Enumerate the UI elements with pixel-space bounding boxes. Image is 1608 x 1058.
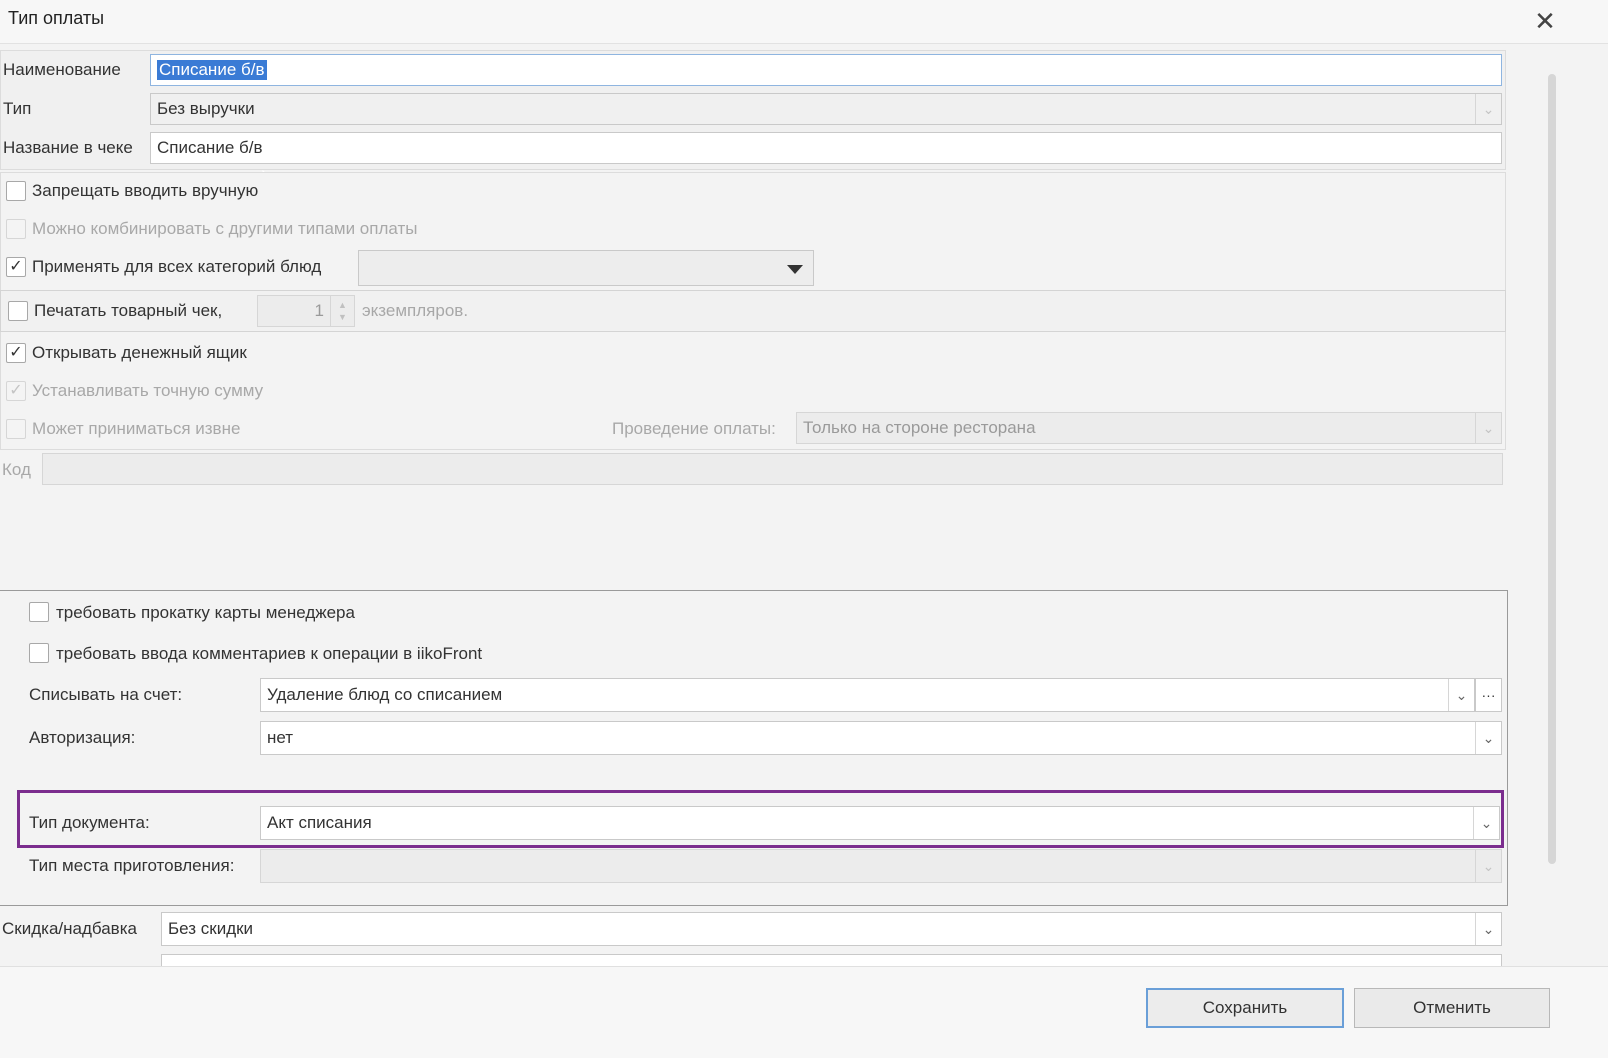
- doc-type-value: Акт списания: [267, 813, 372, 832]
- combine-label: Можно комбинировать с другими типами опл…: [32, 219, 418, 238]
- place-type-select: ⌄: [260, 849, 1502, 883]
- categories-select[interactable]: [358, 250, 814, 286]
- combine-checkbox: [6, 219, 26, 239]
- processing-value: Только на стороне ресторана: [803, 418, 1036, 437]
- all-categories-label: Применять для всех категорий блюд: [32, 257, 322, 276]
- copies-suffix: экземпляров.: [362, 301, 469, 320]
- chevron-down-icon[interactable]: ⌄: [1448, 679, 1474, 711]
- chevron-down-icon[interactable]: ⌄: [1475, 913, 1501, 945]
- receipt-name-label: Название в чеке: [3, 138, 133, 157]
- external-checkbox: [6, 419, 26, 439]
- account-select[interactable]: Удаление блюд со списанием ⌄: [260, 678, 1475, 712]
- processing-select: Только на стороне ресторана ⌄: [796, 412, 1502, 444]
- open-drawer-checkbox[interactable]: ✓: [6, 343, 26, 363]
- doc-type-select[interactable]: Акт списания ⌄: [260, 806, 1500, 840]
- forbid-manual-checkbox[interactable]: [6, 181, 26, 201]
- cancel-button[interactable]: Отменить: [1354, 988, 1550, 1028]
- check-icon: ✓: [9, 382, 23, 399]
- doc-type-label: Тип документа:: [29, 813, 150, 832]
- save-label: Сохранить: [1202, 998, 1288, 1017]
- close-icon[interactable]: ✕: [1530, 6, 1560, 36]
- chevron-down-icon[interactable]: ⌄: [1475, 722, 1501, 754]
- manager-card-checkbox[interactable]: [29, 602, 49, 622]
- cancel-label: Отменить: [1413, 998, 1491, 1017]
- vertical-scrollbar[interactable]: [1548, 74, 1556, 864]
- name-value: Списание б/в: [157, 60, 267, 80]
- chevron-down-icon[interactable]: ⌄: [1473, 807, 1499, 839]
- spinner-arrows-icon: ▲ ▼: [330, 296, 354, 326]
- discount-value: Без скидки: [168, 919, 254, 938]
- name-label: Наименование: [3, 60, 121, 79]
- title-bar: [0, 0, 1608, 44]
- account-value: Удаление блюд со списанием: [267, 685, 503, 704]
- exact-sum-label: Устанавливать точную сумму: [32, 381, 264, 400]
- code-input: [42, 453, 1503, 485]
- chevron-down-icon: ⌄: [1475, 850, 1501, 882]
- discount-label: Скидка/надбавка: [2, 919, 137, 938]
- type-select[interactable]: Без выручки ⌄: [150, 93, 1502, 125]
- copies-value: 1: [314, 301, 324, 320]
- receipt-name-input[interactable]: Списание б/в: [150, 132, 1502, 164]
- processing-label: Проведение оплаты:: [612, 419, 776, 438]
- type-value: Без выручки: [157, 99, 255, 118]
- dropdown-arrow-icon[interactable]: [787, 265, 803, 275]
- discount-select[interactable]: Без скидки ⌄: [161, 912, 1502, 946]
- window-title: Тип оплаты: [8, 8, 105, 28]
- auth-select[interactable]: нет ⌄: [260, 721, 1502, 755]
- check-icon: ✓: [9, 258, 23, 275]
- chevron-down-icon: ⌄: [1475, 413, 1501, 443]
- comments-checkbox[interactable]: [29, 643, 49, 663]
- manager-card-label: требовать прокатку карты менеджера: [56, 603, 355, 622]
- place-type-label: Тип места приготовления:: [29, 856, 235, 875]
- code-label: Код: [2, 460, 31, 479]
- account-more-button[interactable]: ···: [1475, 678, 1502, 712]
- copies-spinner: 1 ▲ ▼: [257, 295, 355, 327]
- receipt-name-value: Списание б/в: [157, 138, 263, 157]
- external-label: Может приниматься извне: [32, 419, 241, 438]
- forbid-manual-label: Запрещать вводить вручную: [32, 181, 259, 200]
- exact-sum-checkbox: ✓: [6, 381, 26, 401]
- save-button[interactable]: Сохранить: [1146, 988, 1344, 1028]
- account-label: Списывать на счет:: [29, 685, 183, 704]
- auth-label: Авторизация:: [29, 728, 136, 747]
- open-drawer-label: Открывать денежный ящик: [32, 343, 247, 362]
- type-label: Тип: [3, 99, 32, 118]
- print-row-frame: [0, 290, 1506, 332]
- check-icon: ✓: [9, 344, 23, 361]
- more-icon: ···: [1481, 687, 1496, 703]
- auth-value: нет: [267, 728, 294, 747]
- all-categories-checkbox[interactable]: ✓: [6, 257, 26, 277]
- chevron-down-icon[interactable]: ⌄: [1475, 94, 1501, 124]
- comments-label: требовать ввода комментариев к операции …: [56, 644, 483, 663]
- name-input[interactable]: Списание б/в: [150, 54, 1502, 86]
- print-receipt-label: Печатать товарный чек,: [34, 301, 223, 320]
- print-receipt-checkbox[interactable]: [8, 301, 28, 321]
